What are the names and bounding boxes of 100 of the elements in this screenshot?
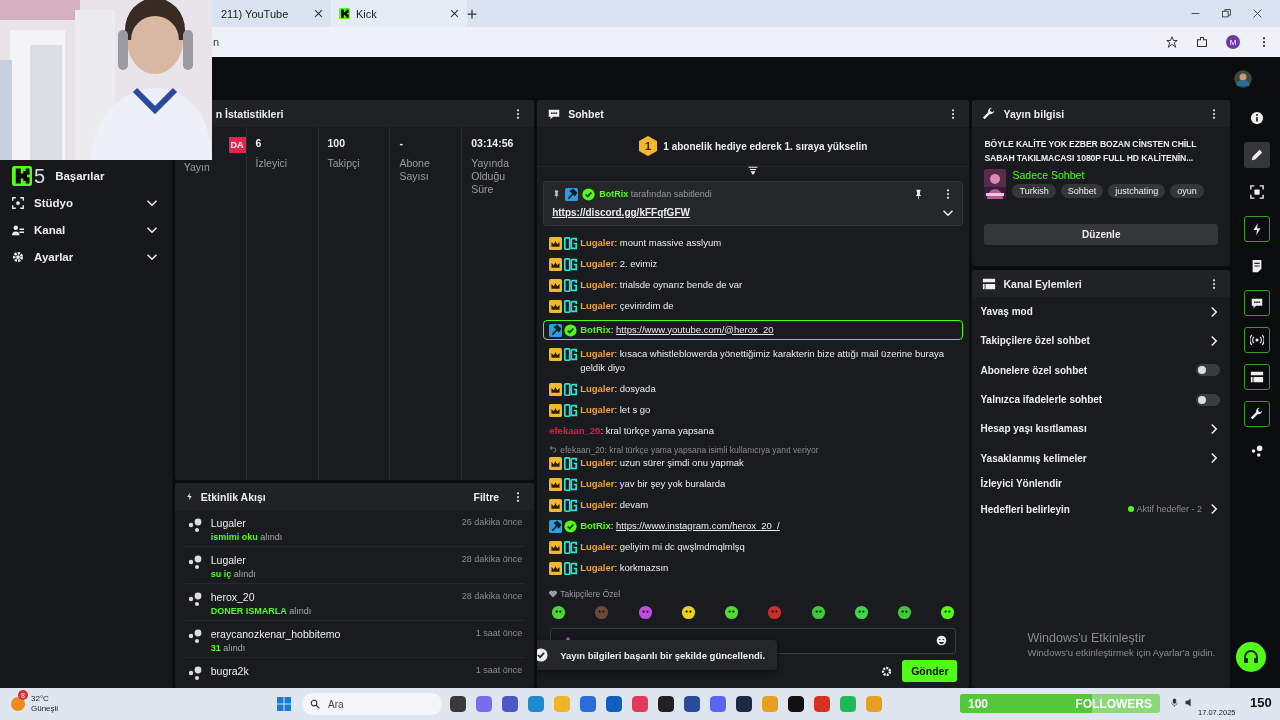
- promo-text: 1 abonelik hediye ederek 1. sıraya yükselin: [663, 140, 868, 152]
- send-button[interactable]: Gönder: [902, 660, 958, 682]
- dots-avatar-icon: [186, 517, 203, 533]
- emote-icon[interactable]: [897, 604, 913, 620]
- new-tab-icon[interactable]: [467, 8, 477, 19]
- setting-label: Abonelere özel sohbet: [980, 364, 1089, 376]
- crown-badge-icon: [549, 347, 563, 361]
- og-badge-icon: [564, 382, 578, 396]
- activation-title: Windows'u Etkinleştir: [1027, 631, 1147, 645]
- chat-button[interactable]: [1243, 290, 1270, 316]
- panel-title: Yayın bilgisi: [1003, 107, 1066, 120]
- app-icon[interactable]: [450, 696, 466, 712]
- emote-section-label: Takipçilere Özel: [560, 588, 621, 599]
- chat-message: Lugaler: uzun sürer şimdi onu yapmak: [580, 455, 744, 470]
- toggle-switch[interactable]: [1196, 364, 1221, 377]
- user-avatar[interactable]: [1234, 69, 1252, 88]
- og-badge-icon: [564, 236, 578, 250]
- emote-icon[interactable]: [810, 604, 826, 620]
- layout-button[interactable]: [1243, 364, 1270, 390]
- emote-icon[interactable]: [551, 604, 567, 620]
- emoji-icon[interactable]: [936, 635, 948, 647]
- chat-message: Lugaler: yav bir şey yok buralarda: [580, 476, 726, 491]
- emote-icon[interactable]: [724, 604, 740, 620]
- chat-bubble-button[interactable]: [1236, 642, 1267, 672]
- focus-icon: [12, 196, 24, 209]
- weather-icon[interactable]: [10, 696, 26, 712]
- activity-user: herox_20: [210, 591, 256, 603]
- profile-avatar[interactable]: M: [1226, 35, 1240, 49]
- tag-chip[interactable]: Sohbet: [1060, 184, 1104, 198]
- sidebar-item[interactable]: 5 Başarılar: [0, 162, 172, 189]
- hammer-badge-icon: [565, 187, 579, 201]
- pinned-link[interactable]: https://discord.gg/kFFqfGFW: [552, 207, 939, 218]
- search-icon: [310, 699, 320, 709]
- category-link[interactable]: Sadece Sohbet: [1012, 169, 1204, 181]
- chat-message: Lugaler: korkmazsın: [580, 560, 669, 575]
- edit-button[interactable]: Düzenle: [984, 224, 1219, 245]
- reply-icon: [549, 444, 558, 453]
- wrench-button[interactable]: [1243, 401, 1270, 427]
- chat-message: Lugaler: geliyim mi dc qwşlmdmqlmlşq: [580, 539, 745, 554]
- browser-tab[interactable]: 211) YouTube: [213, 0, 331, 27]
- crown-badge-icon: [549, 236, 563, 250]
- chat-message: Lugaler: kısaca whistleblowerda yönettiğimiz karakterin bize attığı mail üzerine buraya geldik diyo: [580, 346, 945, 375]
- menu-item[interactable]: Takipçilere özel sohbet: [972, 326, 1231, 356]
- extension-icon[interactable]: [1196, 36, 1208, 48]
- activity-user: Lugaler: [210, 554, 247, 566]
- speaker-icon[interactable]: [1185, 698, 1194, 707]
- chat-link[interactable]: https://www.youtube.com/@herox_20: [616, 323, 774, 335]
- mic-icon[interactable]: [1170, 698, 1179, 707]
- setting-label: Yalnızca ifadelerle sohbet: [980, 394, 1104, 406]
- browser-tab[interactable]: Kick: [331, 0, 467, 27]
- windows-start-icon[interactable]: [276, 696, 292, 712]
- wrench-icon: [1249, 407, 1264, 421]
- close-icon[interactable]: [1253, 9, 1262, 18]
- sidebar-item[interactable]: Stüdyo: [0, 189, 172, 216]
- filter-button[interactable]: Filtre: [467, 490, 506, 503]
- tag-chip[interactable]: Turkish: [1012, 184, 1056, 198]
- emote-icon[interactable]: [853, 604, 869, 620]
- menu-item[interactable]: Yasaklanmış kelimeler: [972, 443, 1231, 473]
- tag-chip[interactable]: oyun: [1170, 184, 1204, 198]
- app-icon[interactable]: [788, 696, 804, 712]
- panel-title: n İstatistikleri: [215, 107, 285, 120]
- panel-title: Sohbet: [568, 107, 605, 120]
- menu-item[interactable]: İzleyici Yönlendir: [972, 472, 1231, 495]
- og-badge-icon: [564, 347, 578, 361]
- crown-badge-icon: [549, 456, 563, 470]
- close-icon[interactable]: [450, 9, 459, 18]
- menu-item[interactable]: Hedefleri belirleyin: [980, 503, 1122, 515]
- activity-user: bugra2k: [210, 665, 250, 677]
- pencil-button[interactable]: [1243, 142, 1270, 168]
- og-badge-icon: [564, 456, 578, 470]
- emote-icon[interactable]: [680, 604, 696, 620]
- address-text[interactable]: n: [213, 36, 1166, 48]
- broadcast-button[interactable]: [1243, 327, 1270, 353]
- stat-label: Takipçi: [327, 157, 361, 170]
- toggle-switch[interactable]: [1196, 393, 1221, 406]
- og-badge-icon: [564, 278, 578, 292]
- app-icon[interactable]: [736, 696, 752, 712]
- emote-icon[interactable]: [940, 604, 956, 620]
- sidebar-item[interactable]: Kanal: [0, 216, 172, 243]
- tag-chip[interactable]: justchating: [1108, 184, 1166, 198]
- restore-icon[interactable]: [1222, 9, 1231, 18]
- sidebar-item[interactable]: Ayarlar: [0, 243, 172, 270]
- menu-item[interactable]: Hesap yaşı kısıtlaması: [972, 414, 1231, 444]
- stat-label: Yayın: [183, 161, 211, 174]
- dots-avatar-icon: [186, 591, 203, 607]
- menu-item[interactable]: Yavaş mod: [972, 297, 1231, 327]
- app-icon[interactable]: [658, 696, 674, 712]
- goal-status: Aktif hedefler - 2: [1127, 504, 1203, 515]
- kick-logo-icon: [12, 165, 32, 186]
- app-icon[interactable]: [684, 696, 700, 712]
- star-icon[interactable]: [1166, 36, 1178, 48]
- close-icon[interactable]: [314, 9, 323, 18]
- collapse-icon[interactable]: [747, 164, 760, 177]
- crown-badge-icon: [549, 299, 563, 313]
- bolt-button[interactable]: [1243, 216, 1270, 242]
- chat-link[interactable]: https://www.instagram.com/herox_20_/: [616, 519, 780, 531]
- people-icon: [12, 223, 24, 236]
- settings-icon[interactable]: [881, 665, 893, 677]
- search-field[interactable]: Ara: [302, 693, 442, 715]
- chat-message: Lugaler: dosyada: [580, 381, 656, 396]
